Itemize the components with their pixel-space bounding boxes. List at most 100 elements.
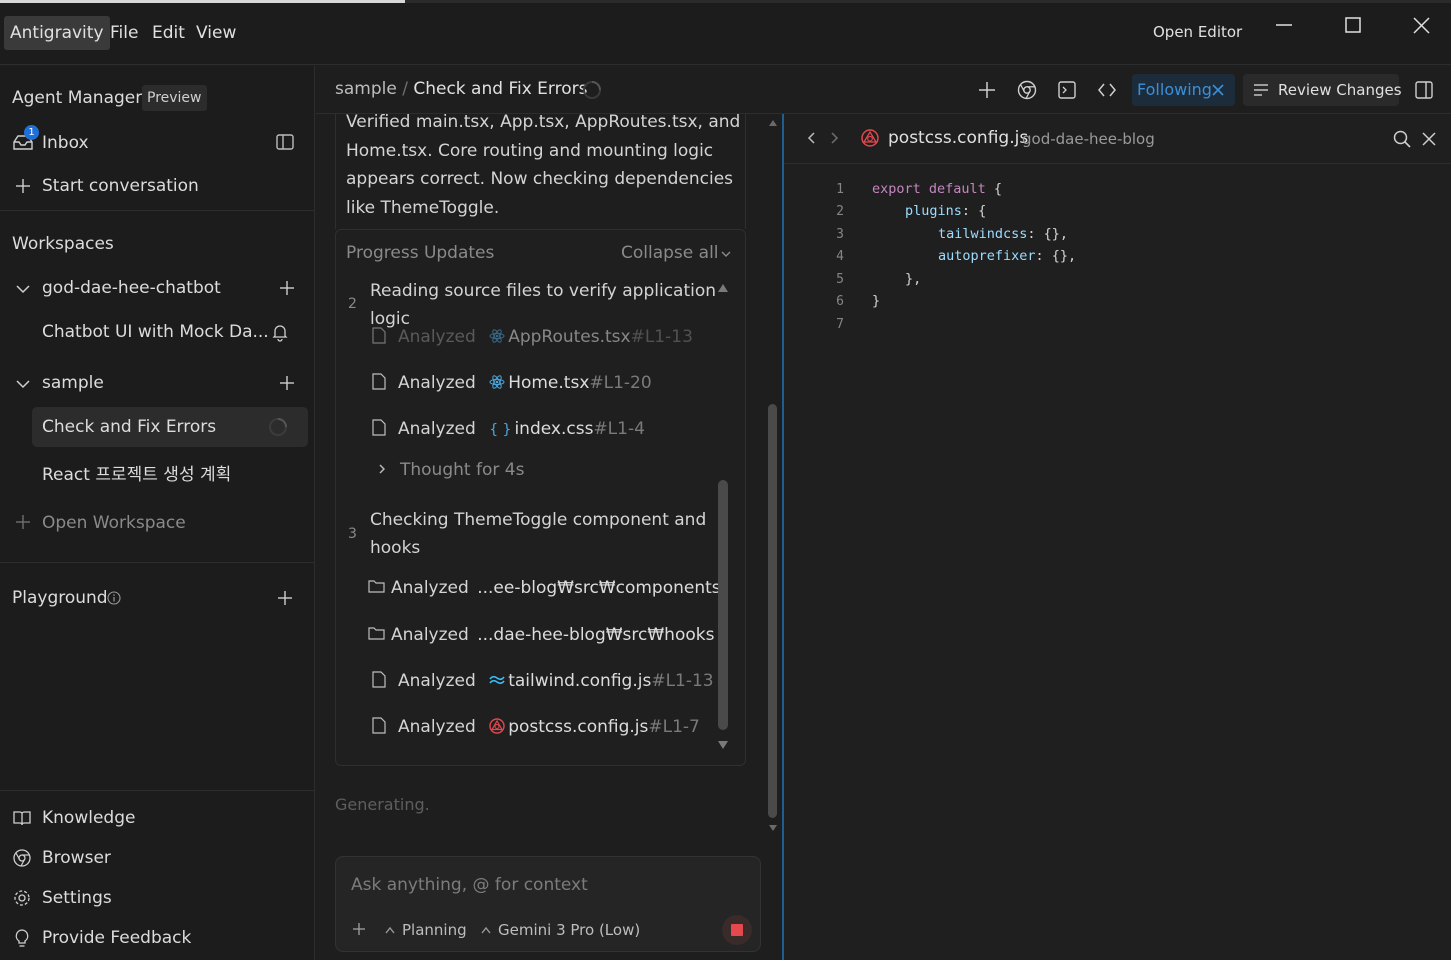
chevron-down-icon[interactable] xyxy=(14,280,32,298)
mode-selector[interactable]: Planning xyxy=(384,921,467,939)
chrome-icon xyxy=(12,848,32,868)
workspace-sample[interactable]: sample xyxy=(42,373,104,393)
add-conversation-icon[interactable] xyxy=(278,374,296,392)
chevron-right-icon[interactable] xyxy=(828,131,840,145)
editor-panel: postcss.config.js god-dae-hee-blog 1 2 3… xyxy=(782,114,1451,960)
editor-tab-bar: postcss.config.js god-dae-hee-blog xyxy=(784,114,1451,164)
react-icon xyxy=(489,328,505,344)
following-label: Following xyxy=(1137,80,1212,99)
chevron-left-icon[interactable] xyxy=(806,131,818,145)
summary-line: appears correct. Now checking dependenci… xyxy=(346,169,734,189)
menu-edit[interactable]: Edit xyxy=(146,16,191,50)
browser-item[interactable]: Browser xyxy=(42,848,111,868)
step-title-line: Reading source files to verify applicati… xyxy=(370,281,717,301)
list-item[interactable]: Analyzed { } index.css#L1-4 xyxy=(372,419,645,439)
item-file: AppRoutes.tsx xyxy=(508,327,631,347)
scroll-up-arrow-icon[interactable] xyxy=(768,119,778,127)
item-file: Home.tsx xyxy=(508,373,590,393)
knowledge-item[interactable]: Knowledge xyxy=(42,808,135,828)
open-editor-button[interactable]: Open Editor xyxy=(1153,23,1242,41)
plus-icon[interactable] xyxy=(351,921,367,937)
list-item[interactable]: Analyzed Home.tsx#L1-20 xyxy=(372,373,652,393)
divider xyxy=(0,210,315,211)
list-icon xyxy=(1253,82,1271,98)
breadcrumb: sample / Check and Fix Errors xyxy=(335,79,587,99)
gear-icon xyxy=(12,888,32,908)
menu-antigravity[interactable]: Antigravity xyxy=(4,16,110,50)
close-icon[interactable] xyxy=(1421,131,1437,147)
toggle-sidebar-icon[interactable] xyxy=(275,132,295,152)
scrollbar-thumb[interactable] xyxy=(718,480,728,730)
summary-text: Verified main.tsx, App.tsx, AppRoutes.ts… xyxy=(346,114,740,222)
settings-item[interactable]: Settings xyxy=(42,888,112,908)
scroll-down-arrow-icon[interactable] xyxy=(768,824,778,832)
chevron-right-icon xyxy=(376,463,388,475)
list-item[interactable]: Analyzed ...ee-blog₩src₩components xyxy=(368,578,721,598)
close-window-icon[interactable] xyxy=(1410,15,1434,39)
stop-button[interactable] xyxy=(722,915,752,945)
react-icon xyxy=(489,374,505,390)
chevron-down-icon[interactable] xyxy=(720,248,732,260)
editor-filename: postcss.config.js xyxy=(888,128,1029,148)
preview-badge: Preview xyxy=(142,85,207,111)
menu-view[interactable]: View xyxy=(190,16,242,50)
item-range: #L1-13 xyxy=(630,327,693,347)
provide-feedback-item[interactable]: Provide Feedback xyxy=(42,928,191,948)
code-icon[interactable] xyxy=(1096,79,1118,101)
model-selector[interactable]: Gemini 3 Pro (Low) xyxy=(480,921,640,939)
close-icon[interactable] xyxy=(1210,82,1226,98)
agent-manager-title: Agent Manager xyxy=(12,88,143,108)
plus-icon xyxy=(14,513,32,531)
title-bar: Antigravity File Edit View Open Editor xyxy=(0,3,1451,65)
chat-input[interactable]: Ask anything, @ for context xyxy=(351,875,741,895)
code-line: export default { xyxy=(872,181,1002,197)
conversation-check-and-fix-errors[interactable]: Check and Fix Errors xyxy=(32,407,308,447)
item-verb: Analyzed xyxy=(398,373,476,393)
item-verb: Analyzed xyxy=(391,625,469,645)
tailwind-icon xyxy=(489,674,505,686)
start-conversation-button[interactable]: Start conversation xyxy=(42,176,199,196)
add-playground-icon[interactable] xyxy=(276,589,294,607)
following-toggle[interactable]: Following xyxy=(1132,74,1235,106)
review-changes-button[interactable]: Review Changes xyxy=(1243,74,1402,106)
code-property: plugins xyxy=(905,203,962,219)
item-verb: Analyzed xyxy=(398,327,476,347)
list-item[interactable]: Analyzed AppRoutes.tsx#L1-13 xyxy=(372,327,693,347)
sidebar: Agent Manager Preview 1 Inbox Start conv… xyxy=(0,66,315,960)
split-panel-icon[interactable] xyxy=(1413,79,1435,101)
progress-updates-card: Progress Updates Collapse all 2 Reading … xyxy=(335,229,746,766)
plus-icon[interactable] xyxy=(976,79,998,101)
scroll-up-arrow-icon[interactable] xyxy=(717,283,729,293)
stop-icon xyxy=(731,924,743,936)
line-number: 2 xyxy=(836,204,844,219)
open-workspace-button[interactable]: Open Workspace xyxy=(42,513,186,533)
add-conversation-icon[interactable] xyxy=(278,279,296,297)
collapse-all-button[interactable]: Collapse all xyxy=(621,243,719,263)
progress-list: 2 Reading source files to verify applica… xyxy=(336,274,731,764)
inbox-item[interactable]: Inbox xyxy=(42,133,89,153)
list-item[interactable]: Analyzed postcss.config.js#L1-7 xyxy=(372,717,700,737)
step-title-line: hooks xyxy=(370,538,421,558)
summary-line: Verified main.tsx, App.tsx, AppRoutes.ts… xyxy=(346,114,741,132)
search-icon[interactable] xyxy=(1392,129,1412,149)
scroll-down-arrow-icon[interactable] xyxy=(717,740,729,750)
workspace-god-dae-hee-chatbot[interactable]: god-dae-hee-chatbot xyxy=(42,278,221,298)
breadcrumb-root[interactable]: sample xyxy=(335,79,397,99)
maximize-icon[interactable] xyxy=(1341,15,1365,39)
minimize-icon[interactable] xyxy=(1272,15,1296,39)
bell-icon xyxy=(270,322,290,342)
thought-toggle[interactable]: Thought for 4s xyxy=(376,460,524,480)
conversation-react-plan[interactable]: React 프로젝트 생성 계획 xyxy=(42,460,231,485)
terminal-icon[interactable] xyxy=(1056,79,1078,101)
conversation-chatbot-ui[interactable]: Chatbot UI with Mock Da... xyxy=(42,322,269,342)
list-item[interactable]: Analyzed tailwind.config.js#L1-13 xyxy=(372,671,714,691)
list-item[interactable]: Analyzed ...dae-hee-blog₩src₩hooks xyxy=(368,625,714,645)
summary-line: Home.tsx. Core routing and mounting logi… xyxy=(346,140,714,161)
playground-heading[interactable]: Playground xyxy=(12,588,108,608)
menu-file[interactable]: File xyxy=(104,16,144,50)
chrome-icon[interactable] xyxy=(1016,79,1038,101)
chevron-down-icon[interactable] xyxy=(14,375,32,393)
lightbulb-icon xyxy=(12,928,32,948)
divider xyxy=(0,562,315,563)
scrollbar-thumb[interactable] xyxy=(768,404,777,818)
